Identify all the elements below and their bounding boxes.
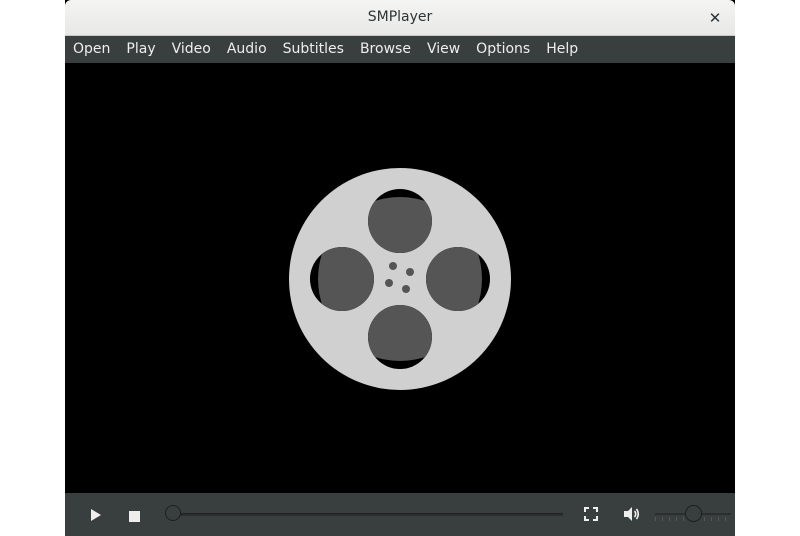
control-bar [65,493,735,536]
play-icon [91,509,101,521]
stop-button[interactable] [128,508,141,522]
menu-play[interactable]: Play [118,36,163,63]
menu-view[interactable]: View [419,36,468,63]
fullscreen-icon [584,507,598,521]
seek-slider[interactable] [165,505,563,523]
fullscreen-button[interactable] [583,506,599,522]
seek-track [173,513,563,516]
menu-open[interactable]: Open [65,36,118,63]
menu-audio[interactable]: Audio [219,36,275,63]
menu-bar: Open Play Video Audio Subtitles Browse V… [65,36,735,63]
menu-browse[interactable]: Browse [352,36,419,63]
volume-slider[interactable] [655,505,731,523]
menu-subtitles[interactable]: Subtitles [275,36,352,63]
menu-help[interactable]: Help [538,36,586,63]
play-button[interactable] [89,507,103,521]
title-bar[interactable]: SMPlayer ✕ [65,0,735,36]
volume-button[interactable] [622,505,640,523]
close-icon: ✕ [708,9,722,27]
menu-options[interactable]: Options [468,36,538,63]
stop-icon [129,511,140,522]
volume-handle[interactable] [684,505,702,522]
seek-handle[interactable] [165,505,181,521]
window-title: SMPlayer [367,9,433,25]
video-area[interactable] [65,63,735,493]
close-button[interactable]: ✕ [705,8,725,28]
film-reel-icon [289,168,511,390]
volume-icon [624,507,640,521]
menu-video[interactable]: Video [164,36,219,63]
smplayer-window: SMPlayer ✕ Open Play Video Audio Subtitl… [65,0,735,536]
